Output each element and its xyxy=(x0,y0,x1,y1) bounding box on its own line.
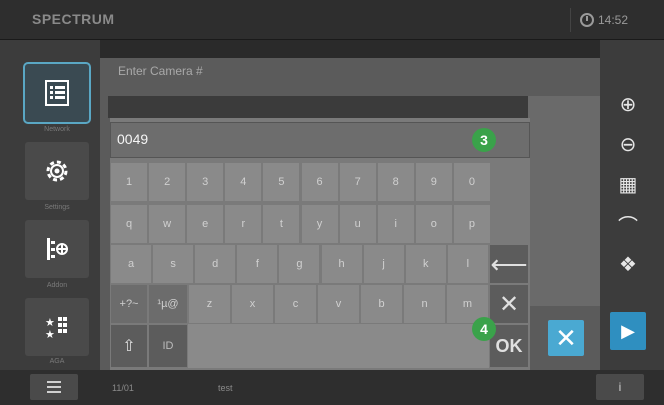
key-l[interactable]: l xyxy=(446,244,489,284)
dialog-title: Enter Camera # xyxy=(118,64,203,78)
key-j[interactable]: j xyxy=(362,244,405,284)
sidebar-item-label: Settings xyxy=(44,204,70,211)
key-0[interactable]: 0 xyxy=(452,162,491,202)
key-v[interactable]: v xyxy=(317,284,360,324)
key-i[interactable]: i xyxy=(376,204,415,244)
key-t[interactable]: t xyxy=(262,204,301,244)
symbols-key[interactable]: +?~ xyxy=(110,284,148,324)
info-button[interactable]: i xyxy=(596,374,644,400)
sidebar-item-label: AGA xyxy=(49,358,65,365)
sidebar: Network Settings Addon ★ ★ AGA xyxy=(0,40,100,370)
key-k[interactable]: k xyxy=(404,244,447,284)
zoom-in-icon[interactable]: ⊕ xyxy=(614,90,642,118)
bottom-bar xyxy=(0,370,664,405)
shift-key[interactable]: ⇧ xyxy=(110,324,148,368)
curve-icon[interactable]: ⌒ xyxy=(614,210,642,238)
key-a[interactable]: a xyxy=(110,244,153,284)
key-s[interactable]: s xyxy=(152,244,195,284)
key-e[interactable]: e xyxy=(186,204,225,244)
menu-icon xyxy=(47,391,61,393)
sidebar-item-settings[interactable] xyxy=(25,142,89,200)
sidebar-item-label: Addon xyxy=(46,282,68,289)
clear-key[interactable]: ✕ xyxy=(489,284,529,324)
dialog-header-strip xyxy=(108,96,528,118)
clock-icon xyxy=(580,13,594,27)
clock: 14:52 xyxy=(580,11,628,29)
key-n[interactable]: n xyxy=(403,284,446,324)
menu-icon xyxy=(47,381,61,383)
clock-time: 14:52 xyxy=(598,13,629,27)
sidebar-item-addon[interactable] xyxy=(25,220,89,278)
key-f[interactable]: f xyxy=(236,244,279,284)
key-9[interactable]: 9 xyxy=(414,162,453,202)
key-7[interactable]: 7 xyxy=(338,162,377,202)
cancel-button[interactable]: ✕ xyxy=(548,320,584,356)
menu-icon xyxy=(47,386,61,388)
play-button[interactable]: ▶ xyxy=(610,312,646,350)
key-z[interactable]: z xyxy=(188,284,231,324)
app-title: SPECTRUM xyxy=(32,11,115,27)
key-p[interactable]: p xyxy=(452,204,491,244)
key-u[interactable]: u xyxy=(338,204,377,244)
key-o[interactable]: o xyxy=(414,204,453,244)
key-h[interactable]: h xyxy=(320,244,363,284)
divider xyxy=(570,8,571,32)
key-b[interactable]: b xyxy=(360,284,403,324)
key-c[interactable]: c xyxy=(274,284,317,324)
key-8[interactable]: 8 xyxy=(376,162,415,202)
key-3[interactable]: 3 xyxy=(186,162,225,202)
step-badge: 3 xyxy=(472,128,496,152)
sidebar-item-network[interactable] xyxy=(23,62,91,124)
id-key[interactable]: ID xyxy=(148,324,188,368)
status-count: 11/01 xyxy=(112,383,134,393)
menu-button[interactable] xyxy=(30,374,78,400)
key-1[interactable]: 1 xyxy=(110,162,149,202)
key-q[interactable]: q xyxy=(110,204,149,244)
sidebar-item-aga[interactable]: ★ ★ xyxy=(25,298,89,356)
status-name: test xyxy=(218,383,233,393)
slider-target-icon xyxy=(47,238,68,260)
grid-icon[interactable]: ▦ xyxy=(614,170,642,198)
right-toolbar: ⊕ ⊖ ▦ ⌒ ❖ ▶ xyxy=(600,40,664,370)
space-key[interactable] xyxy=(188,324,489,368)
key-2[interactable]: 2 xyxy=(148,162,187,202)
list-doc-icon xyxy=(45,80,69,106)
camera-number-input[interactable]: 0049 xyxy=(110,122,530,158)
svg-text:★: ★ xyxy=(45,328,55,341)
backspace-key[interactable]: ⟵ xyxy=(489,244,529,284)
key-d[interactable]: d xyxy=(194,244,237,284)
zoom-out-icon[interactable]: ⊖ xyxy=(614,130,642,158)
key-4[interactable]: 4 xyxy=(224,162,263,202)
gear-icon xyxy=(46,160,68,182)
stars-grid-icon: ★ ★ xyxy=(45,316,67,341)
sidebar-item-label: Network xyxy=(44,126,70,133)
key-5[interactable]: 5 xyxy=(262,162,301,202)
pattern-icon[interactable]: ❖ xyxy=(614,250,642,278)
key-r[interactable]: r xyxy=(224,204,263,244)
key-g[interactable]: g xyxy=(278,244,321,284)
special-chars-key[interactable]: ¹µ@ xyxy=(148,284,188,324)
key-y[interactable]: y xyxy=(300,204,339,244)
dialog-side-panel xyxy=(528,96,600,306)
key-x[interactable]: x xyxy=(231,284,274,324)
step-badge: 4 xyxy=(472,317,496,341)
key-w[interactable]: w xyxy=(148,204,187,244)
key-6[interactable]: 6 xyxy=(300,162,339,202)
